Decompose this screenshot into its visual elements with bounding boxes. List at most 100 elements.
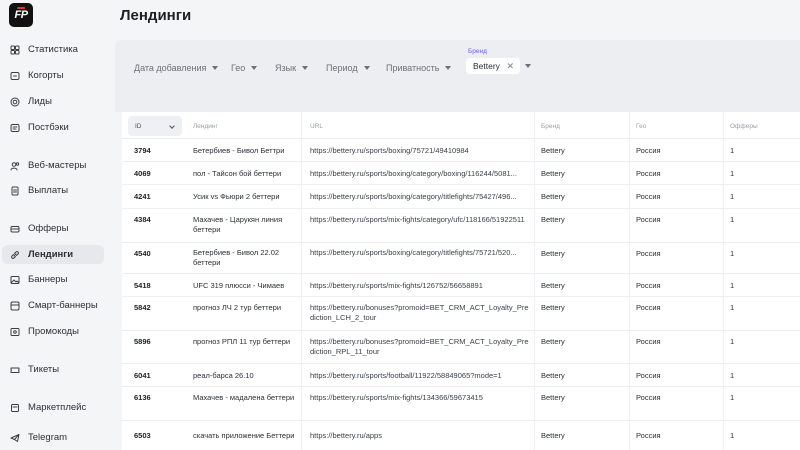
sidebar-item-12[interactable]: Маркетплейс bbox=[2, 398, 104, 417]
cell-geo: Россия bbox=[636, 337, 661, 346]
cell-brand: Bettery bbox=[541, 371, 565, 380]
grid-icon bbox=[10, 45, 20, 55]
column-header-url[interactable]: URL bbox=[310, 116, 323, 136]
chevron-down-icon bbox=[302, 66, 309, 70]
table-row[interactable]: 4384 Махачев - Царукян линия беттери https… bbox=[122, 208, 800, 242]
filter-panel: Дата добавления Гео Язык Период Приватно… bbox=[115, 40, 800, 112]
brand-filter-chip[interactable]: Bettery ✕ bbox=[466, 58, 520, 74]
table-row[interactable]: 4069 пол - Тайсон бой беттери https://bett… bbox=[122, 161, 800, 184]
cell-geo: Россия bbox=[636, 371, 661, 380]
table-row[interactable]: 4241 Усик vs Фьюри 2 беттери https://bette… bbox=[122, 184, 800, 208]
column-header-name[interactable]: Лендинг bbox=[193, 116, 218, 136]
column-header-brand[interactable]: Бренд bbox=[541, 116, 560, 136]
period-filter[interactable]: Период bbox=[326, 62, 370, 74]
target-icon bbox=[10, 97, 20, 107]
sidebar-item-label: Выплаты bbox=[28, 185, 69, 196]
cell-name: UFC 319 плюсси - Чимаев bbox=[193, 281, 285, 290]
column-header-offers[interactable]: Офферы bbox=[730, 116, 758, 136]
column-header-id[interactable]: ID bbox=[128, 116, 182, 136]
cell-offers: 1 bbox=[730, 192, 735, 201]
sidebar-item-5[interactable]: Выплаты bbox=[2, 181, 104, 200]
column-header-geo[interactable]: Гео bbox=[636, 116, 646, 136]
sidebar-item-label: Тикеты bbox=[28, 364, 60, 375]
cell-url[interactable]: https://bettery.ru/sports/boxing/categor… bbox=[310, 169, 532, 179]
sidebar-item-1[interactable]: Когорты bbox=[2, 66, 104, 85]
brand-filter-value: Bettery bbox=[473, 61, 500, 71]
sidebar-item-0[interactable]: Статистика bbox=[2, 40, 104, 59]
table-row[interactable]: 6503 скачать приложение Беттери https://be… bbox=[122, 420, 800, 450]
geo-filter[interactable]: Гео bbox=[231, 62, 258, 74]
cell-url[interactable]: https://bettery.ru/sports/boxing/75721/4… bbox=[310, 146, 532, 156]
sidebar-item-label: Когорты bbox=[28, 70, 64, 81]
cell-url[interactable]: https://bettery.ru/sports/football/11922… bbox=[310, 371, 532, 381]
sidebar-item-10[interactable]: Промокоды bbox=[2, 322, 104, 341]
app-logo[interactable]: FP bbox=[9, 3, 33, 27]
link-icon bbox=[10, 250, 20, 260]
sidebar-item-label: Telegram bbox=[28, 432, 68, 443]
cell-id: 5842 bbox=[134, 303, 151, 312]
sidebar: FP Статистика Когорты Лиды Постбэки Веб-маст… bbox=[0, 0, 108, 450]
cell-offers: 1 bbox=[730, 371, 735, 380]
offer-icon bbox=[10, 224, 20, 234]
privacy-filter[interactable]: Приватность bbox=[386, 62, 452, 74]
landings-table: ID Лендинг URL Бренд Гео Офферы 3794 Бете… bbox=[122, 112, 800, 450]
cell-geo: Россия bbox=[636, 192, 661, 201]
table-row[interactable]: 5842 прогноз ЛЧ 2 тур беттери https://bett… bbox=[122, 296, 800, 330]
sidebar-item-4[interactable]: Веб-мастеры bbox=[2, 156, 104, 175]
language-filter[interactable]: Язык bbox=[275, 62, 309, 74]
sidebar-item-8[interactable]: Баннеры bbox=[2, 270, 104, 289]
users-icon bbox=[10, 161, 20, 171]
promo-icon bbox=[10, 327, 20, 337]
cell-offers: 1 bbox=[730, 431, 735, 440]
cell-url[interactable]: https://bettery.ru/apps bbox=[310, 431, 532, 441]
cell-url[interactable]: https://bettery.ru/sports/mix-fights/134… bbox=[310, 393, 532, 403]
table-row[interactable]: 5418 UFC 319 плюсси - Чимаев https://bette… bbox=[122, 273, 800, 296]
date-added-filter-label: Дата добавления bbox=[134, 63, 207, 73]
cell-offers: 1 bbox=[730, 249, 735, 258]
sidebar-item-2[interactable]: Лиды bbox=[2, 92, 104, 111]
chevron-down-icon bbox=[363, 66, 370, 70]
table-row[interactable]: 6041 реал-барса 26.10 https://bettery.ru/s… bbox=[122, 363, 800, 386]
table-row[interactable]: 4540 Бетербиев - Бивол 22.02 беттери https… bbox=[122, 242, 800, 273]
cell-url[interactable]: https://bettery.ru/sports/boxing/categor… bbox=[310, 192, 532, 202]
close-icon[interactable]: ✕ bbox=[506, 61, 514, 72]
cell-name: Бетербиев - Бивол Беттри bbox=[193, 146, 285, 155]
sidebar-item-7[interactable]: Лендинги bbox=[2, 245, 104, 264]
sidebar-item-6[interactable]: Офферы bbox=[2, 219, 104, 238]
cell-brand: Bettery bbox=[541, 431, 565, 440]
cell-url[interactable]: https://bettery.ru/sports/mix-fights/126… bbox=[310, 281, 532, 291]
cell-offers: 1 bbox=[730, 337, 735, 346]
cell-geo: Россия bbox=[636, 393, 661, 402]
cell-url[interactable]: https://bettery.ru/bonuses?promoid=BET_C… bbox=[310, 303, 532, 323]
sort-chevron-icon bbox=[169, 123, 175, 129]
cell-url[interactable]: https://bettery.ru/bonuses?promoid=BET_C… bbox=[310, 337, 532, 357]
sidebar-item-label: Постбэки bbox=[28, 122, 69, 133]
sidebar-item-label: Смарт-баннеры bbox=[28, 300, 98, 311]
language-filter-label: Язык bbox=[275, 63, 297, 73]
cell-geo: Россия bbox=[636, 249, 661, 258]
sidebar-item-11[interactable]: Тикеты bbox=[2, 360, 104, 379]
cell-url[interactable]: https://bettery.ru/sports/mix-fights/cat… bbox=[310, 215, 532, 225]
cell-offers: 1 bbox=[730, 146, 735, 155]
ticket-icon bbox=[10, 365, 20, 375]
cohort-icon bbox=[10, 71, 20, 81]
sidebar-item-3[interactable]: Постбэки bbox=[2, 118, 104, 137]
cell-offers: 1 bbox=[730, 169, 735, 178]
cell-id: 4384 bbox=[134, 215, 151, 224]
chevron-down-icon[interactable] bbox=[525, 64, 531, 68]
table-row[interactable]: 3794 Бетербиев - Бивол Беттри https://bett… bbox=[122, 138, 800, 161]
column-header-id-label: ID bbox=[135, 122, 142, 130]
cell-geo: Россия bbox=[636, 281, 661, 290]
cell-geo: Россия bbox=[636, 169, 661, 178]
cell-id: 6136 bbox=[134, 393, 151, 402]
sidebar-item-9[interactable]: Смарт-баннеры bbox=[2, 296, 104, 315]
cell-id: 5896 bbox=[134, 337, 151, 346]
cart-icon bbox=[10, 403, 20, 413]
cell-name: Бетербиев - Бивол 22.02 беттери bbox=[193, 248, 280, 267]
sidebar-item-13[interactable]: Telegram bbox=[2, 428, 104, 447]
table-row[interactable]: 5896 прогноз РПЛ 11 тур беттери https://be… bbox=[122, 330, 800, 363]
table-row[interactable]: 6136 Махачев - мадалена беттери https://be… bbox=[122, 386, 800, 420]
date-added-filter[interactable]: Дата добавления bbox=[134, 62, 219, 74]
cell-id: 4069 bbox=[134, 169, 151, 178]
cell-url[interactable]: https://bettery.ru/sports/boxing/categor… bbox=[310, 248, 532, 258]
